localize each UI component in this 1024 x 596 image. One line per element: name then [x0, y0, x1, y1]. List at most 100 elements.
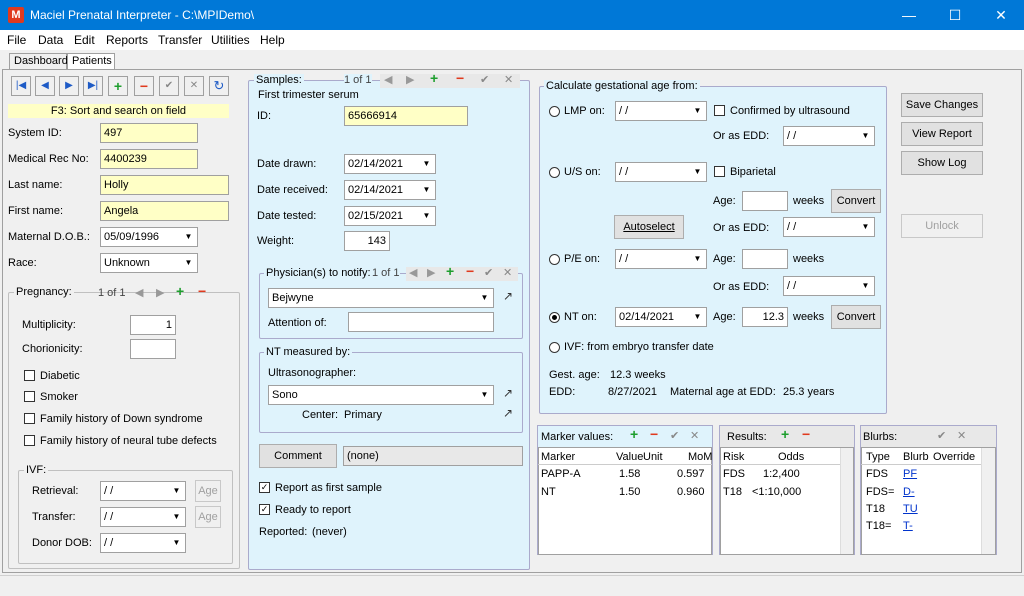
external-link-icon[interactable]: ↗	[503, 386, 513, 400]
remove-icon[interactable]: −	[456, 70, 464, 86]
next-record-button[interactable]: ▶	[59, 76, 79, 96]
cancel-edit-button[interactable]: ✕	[184, 76, 204, 96]
check-icon[interactable]: ✔	[484, 266, 493, 279]
view-report-button[interactable]: View Report	[901, 122, 983, 146]
ready-checkbox[interactable]: ✓	[259, 504, 270, 515]
delete-record-button[interactable]: −	[134, 76, 154, 96]
menu-transfer[interactable]: Transfer	[158, 33, 202, 47]
ntd-checkbox[interactable]	[24, 435, 35, 446]
blurb-link[interactable]: PF	[903, 467, 917, 481]
retrieval-age-button[interactable]: Age	[195, 480, 221, 502]
pe-edd-combo[interactable]: / / ▼	[783, 276, 875, 296]
comment-button[interactable]: Comment	[259, 444, 337, 468]
prev-icon[interactable]: ◀	[409, 266, 417, 279]
us-radio[interactable]	[549, 167, 560, 178]
cancel-icon[interactable]: ✕	[503, 266, 512, 279]
lmp-radio[interactable]	[549, 106, 560, 117]
first-sample-checkbox[interactable]: ✓	[259, 482, 270, 493]
date-tested-combo[interactable]: 02/15/2021 ▼	[344, 206, 436, 226]
save-changes-button[interactable]: Save Changes	[901, 93, 983, 117]
retrieval-combo[interactable]: / / ▼	[100, 481, 186, 501]
prev-record-button[interactable]: ◀	[35, 76, 55, 96]
tab-patients[interactable]: Patients	[67, 53, 115, 70]
medrec-field[interactable]: 4400239	[100, 149, 198, 169]
nt-age-field[interactable]: 12.3	[742, 307, 788, 327]
add-icon[interactable]: +	[430, 70, 438, 86]
attention-field[interactable]	[348, 312, 494, 332]
check-icon[interactable]: ✔	[670, 429, 679, 442]
physician-combo[interactable]: Bejwyne ▼	[268, 288, 494, 308]
menu-data[interactable]: Data	[38, 33, 63, 47]
results-scrollbar[interactable]	[840, 448, 853, 554]
last-name-field[interactable]: Holly	[100, 175, 229, 195]
date-received-combo[interactable]: 02/14/2021 ▼	[344, 180, 436, 200]
us-combo[interactable]: / / ▼	[615, 162, 707, 182]
donor-dob-combo[interactable]: / / ▼	[100, 533, 186, 553]
pe-age-field[interactable]	[742, 249, 788, 269]
chorionicity-field[interactable]	[130, 339, 176, 359]
close-button[interactable]: ✕	[978, 0, 1024, 30]
ivf-radio[interactable]	[549, 342, 560, 353]
ultrasonographer-combo[interactable]: Sono ▼	[268, 385, 494, 405]
cancel-icon[interactable]: ✕	[504, 73, 513, 86]
check-icon[interactable]: ✔	[480, 73, 489, 86]
external-link-icon[interactable]: ↗	[503, 289, 513, 303]
us-edd-combo[interactable]: / / ▼	[783, 217, 875, 237]
smoker-checkbox[interactable]	[24, 391, 35, 402]
dob-combo[interactable]: 05/09/1996 ▼	[100, 227, 198, 247]
next-icon[interactable]: ▶	[156, 286, 164, 299]
post-button[interactable]: ✔	[159, 76, 179, 96]
remove-icon[interactable]: −	[466, 263, 474, 279]
first-record-button[interactable]: |◀	[11, 76, 31, 96]
diabetic-checkbox[interactable]	[24, 370, 35, 381]
next-icon[interactable]: ▶	[427, 266, 435, 279]
date-drawn-combo[interactable]: 02/14/2021 ▼	[344, 154, 436, 174]
tab-dashboard[interactable]: Dashboard	[9, 53, 68, 70]
us-convert-button[interactable]: Convert	[831, 189, 881, 213]
pe-radio[interactable]	[549, 254, 560, 265]
lmp-combo[interactable]: / / ▼	[615, 101, 707, 121]
cancel-icon[interactable]: ✕	[957, 429, 966, 442]
prev-icon[interactable]: ◀	[384, 73, 392, 86]
remove-icon[interactable]: −	[802, 426, 810, 442]
biparietal-checkbox[interactable]	[714, 166, 725, 177]
minimize-button[interactable]: —	[886, 0, 932, 30]
menu-reports[interactable]: Reports	[106, 33, 148, 47]
nt-radio[interactable]	[549, 312, 560, 323]
blurb-link[interactable]: TU	[903, 502, 918, 516]
add-icon[interactable]: +	[630, 426, 638, 442]
maximize-button[interactable]: ☐	[932, 0, 978, 30]
show-log-button[interactable]: Show Log	[901, 151, 983, 175]
check-icon[interactable]: ✔	[937, 429, 946, 442]
menu-file[interactable]: File	[7, 33, 26, 47]
add-record-button[interactable]: +	[108, 76, 128, 96]
menu-edit[interactable]: Edit	[74, 33, 95, 47]
last-record-button[interactable]: ▶|	[83, 76, 103, 96]
nt-date-combo[interactable]: 02/14/2021 ▼	[615, 307, 707, 327]
external-link-icon[interactable]: ↗	[503, 406, 513, 420]
prev-icon[interactable]: ◀	[135, 286, 143, 299]
race-combo[interactable]: Unknown ▼	[100, 253, 198, 273]
autoselect-button[interactable]: Autoselect	[614, 215, 684, 239]
menu-help[interactable]: Help	[260, 33, 285, 47]
blurb-link[interactable]: D-	[903, 485, 915, 499]
multiplicity-field[interactable]: 1	[130, 315, 176, 335]
system-id-field[interactable]: 497	[100, 123, 198, 143]
blurb-link[interactable]: T-	[903, 519, 913, 533]
menu-utilities[interactable]: Utilities	[211, 33, 250, 47]
weight-field[interactable]: 143	[344, 231, 390, 251]
refresh-button[interactable]: ↻	[209, 76, 229, 96]
remove-icon[interactable]: −	[198, 283, 206, 299]
unlock-button[interactable]: Unlock	[901, 214, 983, 238]
nt-convert-button[interactable]: Convert	[831, 305, 881, 329]
add-icon[interactable]: +	[781, 426, 789, 442]
blurbs-scrollbar[interactable]	[981, 448, 995, 554]
us-age-field[interactable]	[742, 191, 788, 211]
add-icon[interactable]: +	[176, 283, 184, 299]
pe-combo[interactable]: / / ▼	[615, 249, 707, 269]
down-checkbox[interactable]	[24, 413, 35, 424]
confirmed-checkbox[interactable]	[714, 105, 725, 116]
add-icon[interactable]: +	[446, 263, 454, 279]
cancel-icon[interactable]: ✕	[690, 429, 699, 442]
sample-id-field[interactable]: 65666914	[344, 106, 468, 126]
